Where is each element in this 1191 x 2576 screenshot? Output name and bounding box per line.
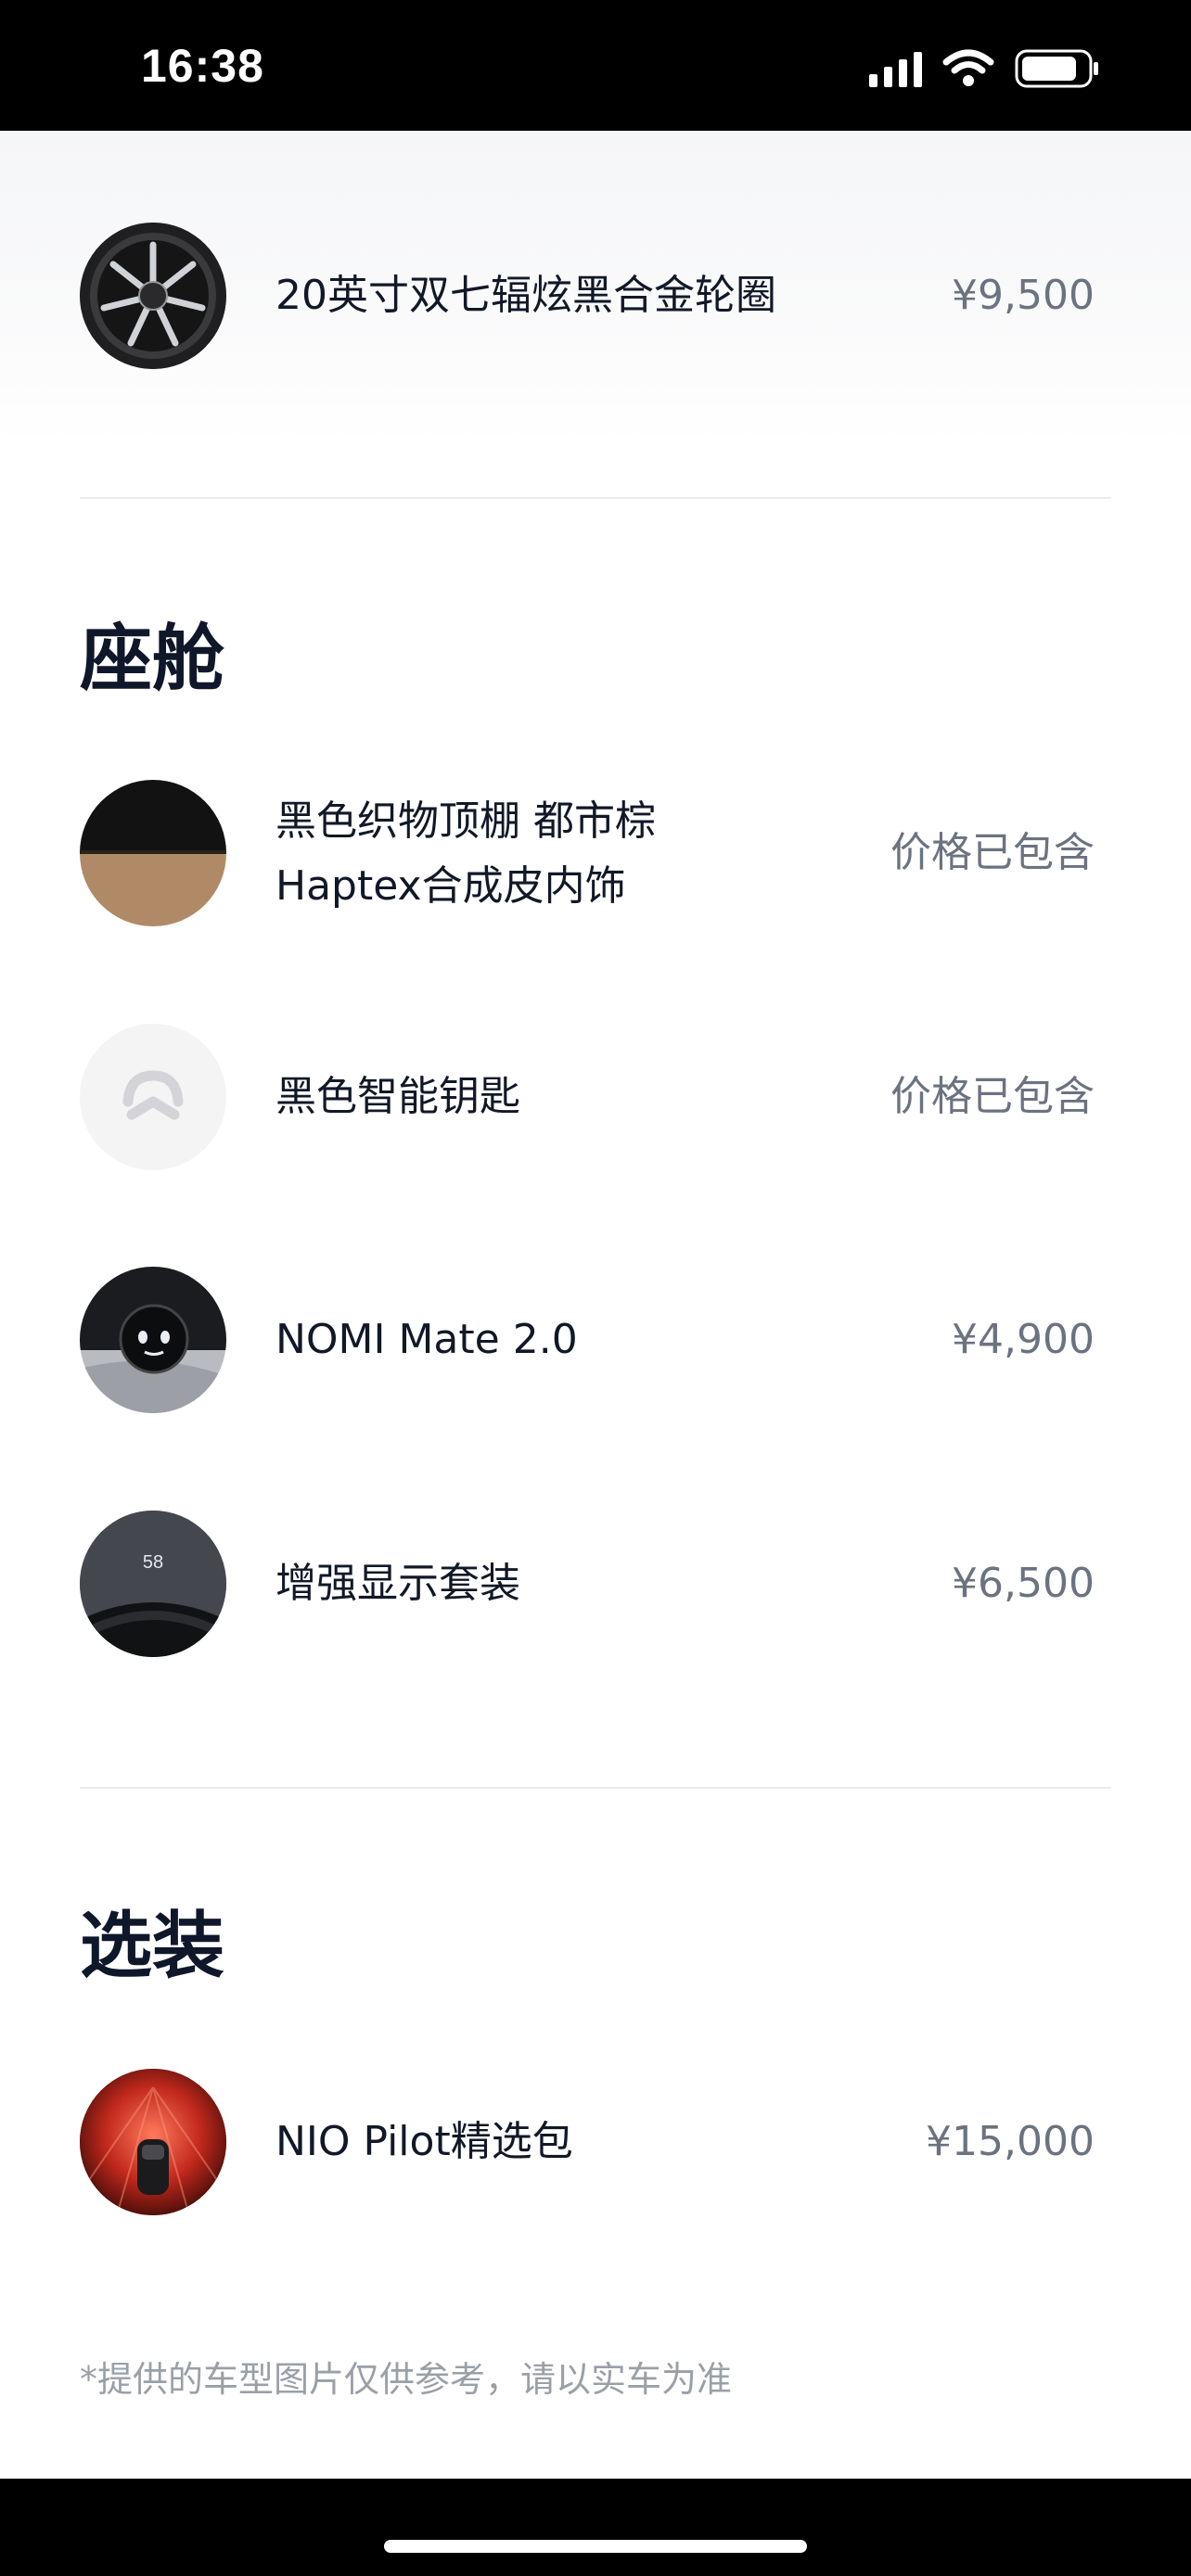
wifi-icon (942, 49, 994, 88)
cellular-signal-icon (869, 50, 922, 87)
interior-label-line2: Haptex合成皮内饰 (275, 862, 626, 910)
wheel-price: ¥9,500 (952, 272, 1095, 319)
interior-label-line1: 黑色织物顶棚 都市棕 (275, 797, 656, 845)
wheel-thumbnail-icon (80, 223, 226, 369)
home-indicator[interactable] (384, 2540, 807, 2553)
nomi-mate-price: ¥4,900 (952, 1316, 1095, 1363)
wheel-label: 20英寸双七辐炫黑合金轮圈 (275, 272, 776, 319)
bottom-bar (0, 2479, 1191, 2576)
nomi-mate-label: NOMI Mate 2.0 (275, 1316, 578, 1363)
smart-key-label: 黑色智能钥匙 (275, 1073, 520, 1120)
hud-price: ¥6,500 (952, 1560, 1095, 1607)
section-divider (80, 1787, 1111, 1789)
interior-swatch-icon (80, 780, 226, 926)
nio-pilot-item[interactable]: NIO Pilot精选包 ¥15,000 (0, 2069, 1191, 2217)
status-icons (869, 48, 1100, 89)
nomi-device-icon (80, 1267, 226, 1413)
section-divider (80, 497, 1111, 499)
status-bar: 16:38 (0, 0, 1191, 131)
cabin-section-title: 座舱 (80, 618, 225, 701)
options-section-title: 选装 (80, 1905, 225, 1988)
status-time: 16:38 (141, 40, 264, 92)
wheel-item[interactable]: 20英寸双七辐炫黑合金轮圈 ¥9,500 (0, 223, 1191, 371)
hud-item[interactable]: 58 增强显示套装 ¥6,500 (0, 1511, 1191, 1659)
nio-logo-icon (80, 1024, 226, 1170)
hud-speed-text: 58 (143, 1552, 163, 1573)
battery-icon (1015, 48, 1100, 89)
hud-display-icon: 58 (80, 1511, 226, 1657)
nio-pilot-label: NIO Pilot精选包 (275, 2118, 573, 2165)
car-sensors-icon (80, 2069, 226, 2215)
interior-item[interactable]: 黑色织物顶棚 都市棕 Haptex合成皮内饰 价格已包含 (0, 780, 1191, 928)
smart-key-item[interactable]: 黑色智能钥匙 价格已包含 (0, 1024, 1191, 1172)
nio-pilot-price: ¥15,000 (926, 2118, 1095, 2165)
smart-key-price: 价格已包含 (890, 1073, 1095, 1120)
nomi-mate-item[interactable]: NOMI Mate 2.0 ¥4,900 (0, 1267, 1191, 1415)
interior-price: 价格已包含 (890, 829, 1095, 876)
hud-label: 增强显示套装 (275, 1560, 520, 1607)
disclaimer-footnote: *提供的车型图片仅供参考，请以实车为准 (80, 2359, 733, 2400)
